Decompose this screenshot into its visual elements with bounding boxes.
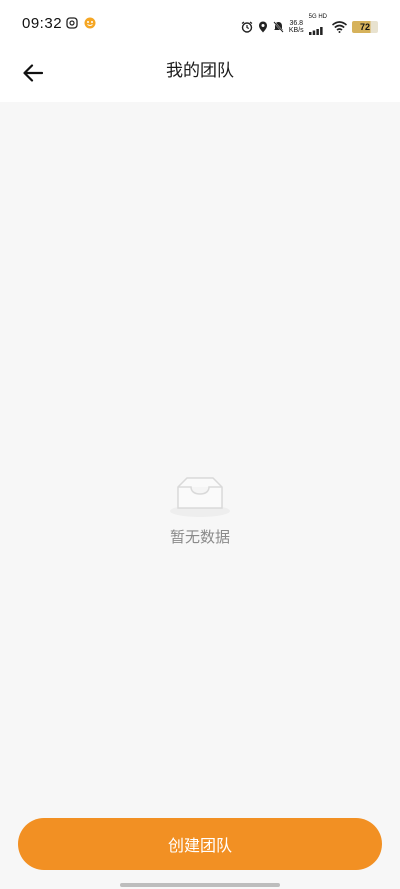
arrow-left-icon [23,64,43,82]
empty-inbox-icon [170,477,230,517]
back-button[interactable] [16,56,50,90]
screen: 09:32 36.8 KB/s 5G HD 72 我的团队 暂无数据 创建团队 [0,0,400,889]
signal-icon [308,27,323,35]
photo-icon [66,17,78,29]
nav-bar: 我的团队 [0,46,400,102]
status-time: 09:32 [22,15,63,32]
status-bar: 09:32 36.8 KB/s 5G HD 72 [0,0,400,46]
alarm-icon [241,21,253,33]
cellular: 5G HD [308,14,327,39]
status-left-icons [66,17,96,29]
net-speed: 36.8 KB/s [288,19,304,34]
home-indicator[interactable] [120,883,280,887]
location-icon [258,21,267,32]
battery-icon: 72 [352,20,378,33]
wifi-icon [332,20,347,33]
empty-state: 暂无数据 [0,470,400,547]
empty-message: 暂无数据 [169,528,230,546]
app-notification-icon [84,17,96,29]
network-type: 5G HD [308,14,327,20]
status-right: 36.8 KB/s 5G HD 72 [241,14,378,39]
create-team-button[interactable]: 创建团队 [18,818,382,870]
page-title: 我的团队 [166,61,234,81]
mute-icon [273,20,284,33]
